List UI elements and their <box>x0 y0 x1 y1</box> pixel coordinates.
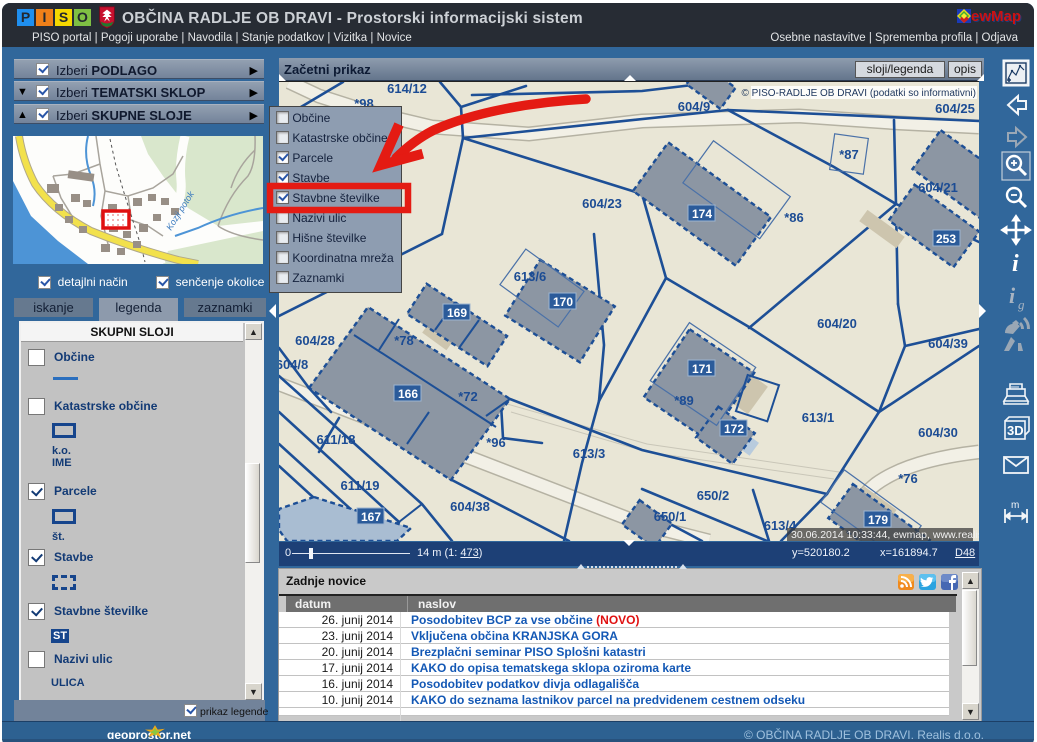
svg-text:169: 169 <box>447 306 467 320</box>
svg-text:253: 253 <box>936 232 956 246</box>
svg-text:604/8: 604/8 <box>279 357 308 372</box>
svg-text:170: 170 <box>553 295 573 309</box>
svg-text:604/30: 604/30 <box>918 425 958 440</box>
svg-text:3D: 3D <box>1007 423 1024 438</box>
svg-text:*86: *86 <box>784 210 804 225</box>
svg-text:m: m <box>1011 500 1019 511</box>
svg-text:611/19: 611/19 <box>340 478 379 493</box>
svg-text:613/1: 613/1 <box>802 410 835 425</box>
svg-text:171: 171 <box>692 362 712 376</box>
svg-text:30.06.2014 10:33:44, ewmap, ww: 30.06.2014 10:33:44, ewmap, www.realis.s… <box>791 529 979 541</box>
svg-text:611/18: 611/18 <box>316 432 355 447</box>
svg-text:604/28: 604/28 <box>295 333 335 348</box>
svg-text:613/3: 613/3 <box>573 446 606 461</box>
svg-text:650/1: 650/1 <box>654 509 687 524</box>
svg-text:604/38: 604/38 <box>450 499 490 514</box>
svg-text:i: i <box>1009 283 1016 308</box>
svg-text:604/20: 604/20 <box>817 316 857 331</box>
svg-text:*96: *96 <box>486 435 506 450</box>
svg-text:172: 172 <box>724 422 744 436</box>
svg-text:166: 166 <box>398 387 418 401</box>
svg-text:604/21: 604/21 <box>918 180 958 195</box>
svg-text:g: g <box>1018 297 1025 312</box>
svg-text:604/9: 604/9 <box>678 99 711 114</box>
svg-text:© PISO-RADLJE OB DRAVI (podatk: © PISO-RADLJE OB DRAVI (podatki so infor… <box>742 88 976 99</box>
svg-text:*78: *78 <box>394 333 414 348</box>
svg-text:*76: *76 <box>898 471 918 486</box>
svg-text:604/39: 604/39 <box>928 336 968 351</box>
svg-text:*72: *72 <box>458 389 478 404</box>
svg-text:167: 167 <box>361 510 381 524</box>
svg-text:*89: *89 <box>674 393 694 408</box>
svg-text:*87: *87 <box>839 147 859 162</box>
svg-text:174: 174 <box>692 207 712 221</box>
svg-text:i: i <box>1012 251 1019 277</box>
svg-text:179: 179 <box>868 513 888 527</box>
svg-text:613/6: 613/6 <box>514 269 547 284</box>
svg-text:650/2: 650/2 <box>697 488 730 503</box>
svg-text:604/25: 604/25 <box>935 101 975 116</box>
